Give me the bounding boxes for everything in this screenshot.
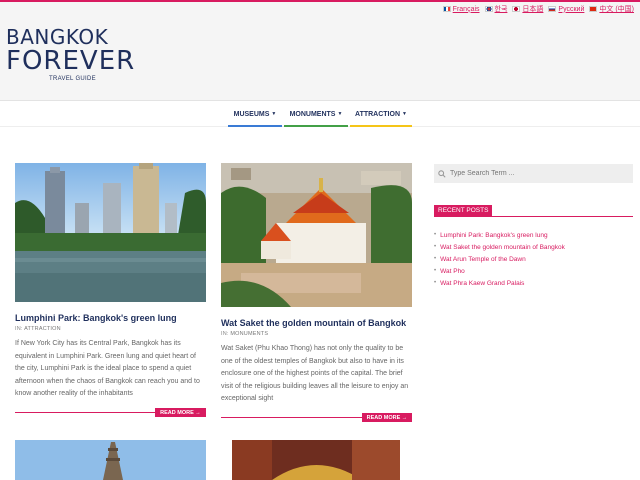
- post-meta-wat-saket: IN: MONUMENTS: [221, 331, 269, 337]
- logo-line1: BANGKOK: [6, 25, 109, 49]
- japan-flag-icon: [512, 6, 521, 12]
- caret-down-icon: ▼: [337, 111, 343, 117]
- korea-flag-icon: [484, 6, 493, 12]
- lumphini-park-image[interactable]: [15, 163, 206, 302]
- lang-korean-link[interactable]: 한국: [484, 4, 507, 14]
- recent-posts-divider: [434, 216, 633, 217]
- post-title-lumphini[interactable]: Lumphini Park: Bangkok's green lung: [15, 313, 177, 323]
- recent-post-item[interactable]: • Wat Phra Kaew Grand Palais: [434, 277, 565, 289]
- wat-pho-image[interactable]: [232, 440, 400, 480]
- recent-post-item[interactable]: • Wat Pho: [434, 265, 565, 277]
- site-header: Français 한국 日本語 Русский 中文 (中国) BANGKOK …: [0, 2, 640, 101]
- china-flag-icon: [589, 6, 598, 12]
- post-meta-lumphini: IN: ATTRACTION: [15, 326, 61, 332]
- search-icon: [438, 169, 446, 178]
- russia-flag-icon: [548, 6, 557, 12]
- search-input[interactable]: [450, 170, 630, 177]
- caret-down-icon: ▼: [271, 111, 277, 117]
- france-flag-icon: [442, 6, 451, 12]
- logo-subtitle: TRAVEL GUIDE: [49, 76, 96, 82]
- recent-post-item[interactable]: • Lumphini Park: Bangkok's green lung: [434, 229, 565, 241]
- wat-arun-image[interactable]: [15, 440, 206, 480]
- recent-post-item[interactable]: • Wat Arun Temple of the Dawn: [434, 253, 565, 265]
- wat-saket-image[interactable]: [221, 163, 412, 307]
- main-nav: MUSEUMS ▼ MONUMENTS ▼ ATTRACTION ▼: [0, 101, 640, 127]
- recent-posts-list: • Lumphini Park: Bangkok's green lung • Wa…: [434, 229, 565, 289]
- caret-down-icon: ▼: [402, 111, 407, 117]
- nav-museums[interactable]: MUSEUMS ▼: [228, 101, 282, 127]
- search-box[interactable]: [434, 164, 633, 183]
- logo-line2: FOREVER: [6, 46, 136, 76]
- lang-japanese-link[interactable]: 日本語: [512, 4, 543, 14]
- read-more-button[interactable]: READ MORE →: [155, 408, 206, 417]
- recent-posts-heading: RECENT POSTS: [434, 205, 493, 216]
- lang-french-link[interactable]: Français: [442, 4, 480, 14]
- language-switcher: Français 한국 日本語 Русский 中文 (中国): [442, 4, 634, 14]
- site-logo[interactable]: BANGKOK FOREVER TRAVEL GUIDE: [6, 25, 136, 82]
- read-more-button[interactable]: READ MORE →: [362, 413, 412, 422]
- nav-monuments[interactable]: MONUMENTS ▼: [284, 101, 348, 127]
- lang-chinese-link[interactable]: 中文 (中国): [589, 4, 634, 14]
- lang-russian-link[interactable]: Русский: [548, 4, 584, 14]
- post-category-link[interactable]: ATTRACTION: [24, 326, 61, 332]
- post-category-link[interactable]: MONUMENTS: [230, 331, 268, 337]
- post-excerpt-lumphini: If New York City has its Central Park, B…: [15, 340, 200, 397]
- post-excerpt-wat-saket: Wat Saket (Phu Khao Thong) has not only …: [221, 345, 409, 402]
- recent-post-item[interactable]: • Wat Saket the golden mountain of Bangko…: [434, 241, 565, 253]
- post-title-wat-saket[interactable]: Wat Saket the golden mountain of Bangkok: [221, 318, 406, 328]
- nav-attraction[interactable]: ATTRACTION ▼: [350, 101, 412, 127]
